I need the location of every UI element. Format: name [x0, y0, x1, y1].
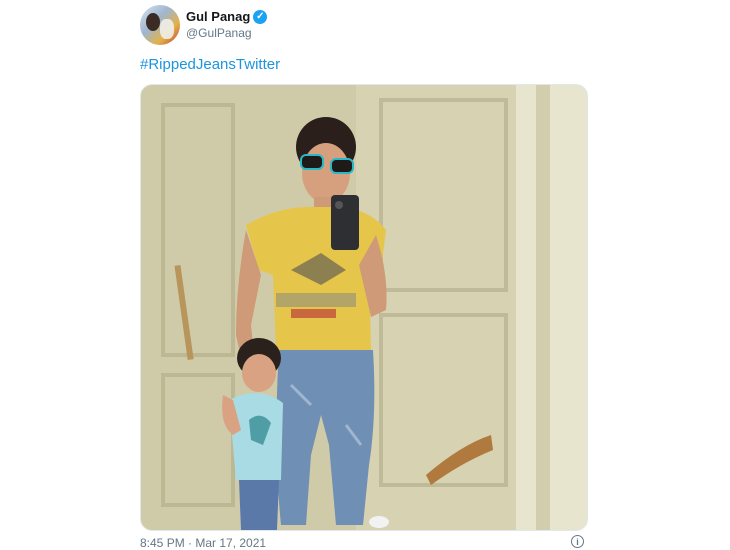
- author-names: Gul Panag ✓ @GulPanag: [186, 8, 268, 42]
- tweet-header: Gul Panag ✓ @GulPanag: [140, 5, 268, 45]
- author-handle[interactable]: @GulPanag: [186, 25, 267, 42]
- tweet-hashtag-link[interactable]: #RippedJeansTwitter: [140, 56, 280, 73]
- avatar[interactable]: [140, 5, 180, 45]
- tweet-photo[interactable]: [140, 84, 588, 531]
- verified-badge-icon: ✓: [253, 9, 268, 24]
- info-icon[interactable]: i: [571, 535, 584, 548]
- author-display-name-row: Gul Panag ✓: [186, 8, 268, 25]
- author-display-name[interactable]: Gul Panag: [186, 8, 250, 25]
